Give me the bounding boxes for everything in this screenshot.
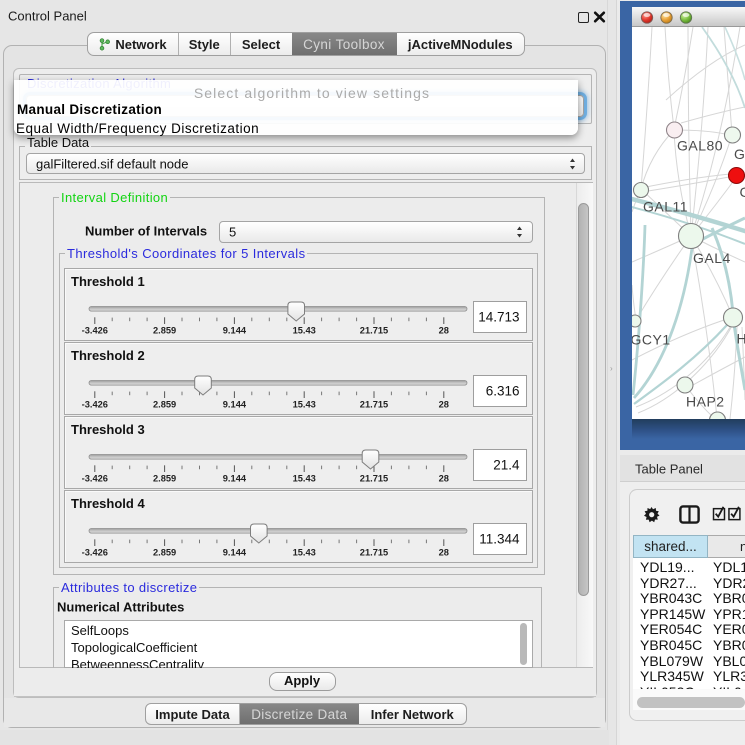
svg-text:GAL80: GAL80 xyxy=(677,138,723,154)
svg-text:-3.426: -3.426 xyxy=(82,399,108,409)
svg-text:9.144: 9.144 xyxy=(223,547,247,557)
svg-text:28: 28 xyxy=(439,399,449,409)
svg-text:21.715: 21.715 xyxy=(360,547,388,557)
svg-text:-3.426: -3.426 xyxy=(82,547,108,557)
svg-text:2.859: 2.859 xyxy=(153,325,176,335)
svg-text:2.859: 2.859 xyxy=(153,547,176,557)
svg-text:15.43: 15.43 xyxy=(293,473,316,483)
svg-text:C: C xyxy=(740,184,745,200)
svg-text:9.144: 9.144 xyxy=(223,399,247,409)
svg-text:15.43: 15.43 xyxy=(293,325,316,335)
svg-text:GA: GA xyxy=(734,146,745,162)
svg-text:-3.426: -3.426 xyxy=(82,473,108,483)
svg-text:9.144: 9.144 xyxy=(223,473,247,483)
svg-text:28: 28 xyxy=(439,473,449,483)
svg-text:H: H xyxy=(737,331,745,347)
svg-text:21.715: 21.715 xyxy=(360,473,388,483)
svg-text:21.715: 21.715 xyxy=(360,399,388,409)
svg-text:9.144: 9.144 xyxy=(223,325,247,335)
svg-text:GAL4: GAL4 xyxy=(693,250,731,266)
svg-text:28: 28 xyxy=(439,547,449,557)
svg-text:GAL11: GAL11 xyxy=(643,199,688,215)
svg-text:2.859: 2.859 xyxy=(153,399,176,409)
svg-text:-3.426: -3.426 xyxy=(82,325,108,335)
svg-text:2.859: 2.859 xyxy=(153,473,176,483)
svg-text:HAP2: HAP2 xyxy=(686,394,725,410)
svg-text:GCY1: GCY1 xyxy=(632,332,671,348)
svg-text:28: 28 xyxy=(439,325,449,335)
svg-text:21.715: 21.715 xyxy=(360,325,388,335)
svg-text:15.43: 15.43 xyxy=(293,547,316,557)
svg-text:15.43: 15.43 xyxy=(293,399,316,409)
